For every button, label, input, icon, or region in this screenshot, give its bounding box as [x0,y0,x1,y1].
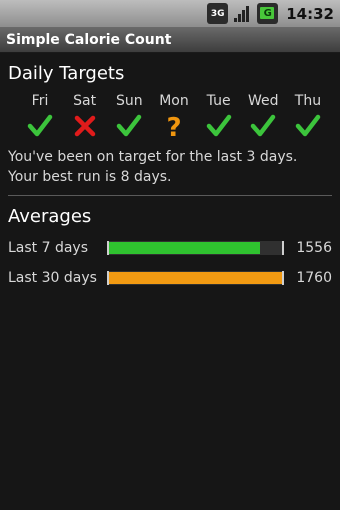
day-label: Fri [31,93,49,109]
day-label: Wed [248,93,279,109]
app-title-bar: Simple Calorie Count [0,27,340,53]
check-icon [251,114,276,137]
status-bar: 3G G 14:32 [0,0,340,27]
section-divider [8,195,332,196]
question-mark-icon: ? [166,113,181,139]
daily-targets-heading: Daily Targets [8,63,125,84]
battery-icon: G [257,3,279,24]
day-strip: Fri Sat Sun Mon? Tue Wed Thu [8,93,332,139]
summary-line-best: Your best run is 8 days. [8,169,172,185]
network-3g-icon: 3G [207,3,229,24]
averages-list: Last 7 days 1556 Last 30 days 1760 [8,234,332,292]
average-row: Last 30 days 1760 [8,264,332,292]
day-mon: Mon? [156,93,192,139]
app-title: Simple Calorie Count [6,31,172,48]
day-label: Sun [115,93,143,109]
day-label: Tue [206,93,231,109]
day-thu: Thu [290,93,326,139]
network-label: 3G [210,8,225,19]
svg-text:?: ? [166,113,181,139]
average-label: Last 30 days [8,270,97,286]
day-fri: Fri [22,93,58,139]
average-value: 1760 [296,270,332,286]
check-icon [117,114,142,137]
check-icon [206,114,231,137]
day-wed: Wed [245,93,281,139]
battery-letter: G [263,8,272,19]
check-icon [295,114,321,137]
cross-icon [74,115,95,137]
average-bar-fill [109,272,283,284]
summary-line-streak: You've been on target for the last 3 day… [8,149,298,165]
averages-heading: Averages [8,206,92,227]
average-bar [107,241,285,255]
day-sat: Sat [67,93,103,139]
main-content: Daily Targets Fri Sat Sun Mon? Tue Wed Thu You… [0,53,340,510]
day-sun: Sun [111,93,147,139]
average-label: Last 7 days [8,240,89,256]
average-bar [107,271,285,285]
day-label: Mon [159,93,189,109]
average-value: 1556 [296,240,332,256]
day-label: Sat [73,93,97,109]
check-icon [27,114,53,137]
signal-icon [232,3,253,24]
average-row: Last 7 days 1556 [8,234,332,262]
average-bar-fill [109,242,260,254]
day-label: Thu [294,93,322,109]
target-summary: You've been on target for the last 3 day… [8,147,332,187]
day-tue: Tue [201,93,237,139]
status-clock: 14:32 [286,4,334,23]
